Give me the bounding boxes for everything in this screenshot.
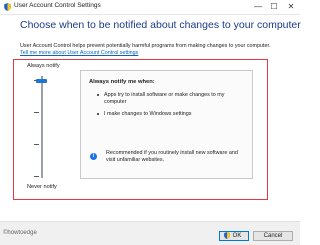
list-item: I make changes to Windows settings xyxy=(97,111,244,118)
window-title: User Account Control Settings xyxy=(14,2,101,9)
slider-thumb[interactable] xyxy=(36,79,47,83)
list-item: Apps try to install software or make cha… xyxy=(97,92,244,106)
notification-description-panel: Always notify me when: Apps try to insta… xyxy=(80,70,253,179)
always-notify-label: Always notify xyxy=(27,63,60,69)
uac-shield-icon xyxy=(224,232,230,239)
page-heading: Choose when to be notified about changes… xyxy=(20,19,301,31)
bullet-list: Apps try to install software or make cha… xyxy=(97,92,244,122)
slider-tick xyxy=(34,112,39,113)
title-bar: User Account Control Settings — ☐ ✕ xyxy=(0,0,300,15)
panel-title: Always notify me when: xyxy=(89,79,155,85)
footer-bar: ©howtoedge OK Cancel xyxy=(0,221,300,245)
cancel-button[interactable]: Cancel xyxy=(253,231,293,241)
watermark: ©howtoedge xyxy=(3,230,37,236)
page-description: User Account Control helps prevent poten… xyxy=(20,43,271,49)
help-link[interactable]: Tell me more about User Account Control … xyxy=(20,50,138,56)
close-button[interactable]: ✕ xyxy=(283,0,299,14)
never-notify-label: Never notify xyxy=(27,184,57,190)
info-icon: i xyxy=(90,153,97,160)
maximize-button[interactable]: ☐ xyxy=(266,0,282,14)
minimize-button[interactable]: — xyxy=(250,0,266,14)
slider-tick xyxy=(34,176,39,177)
recommendation-text: Recommended if you routinely install new… xyxy=(106,150,238,163)
slider-track[interactable] xyxy=(41,76,43,178)
uac-shield-icon xyxy=(4,3,11,11)
slider-tick xyxy=(34,144,39,145)
